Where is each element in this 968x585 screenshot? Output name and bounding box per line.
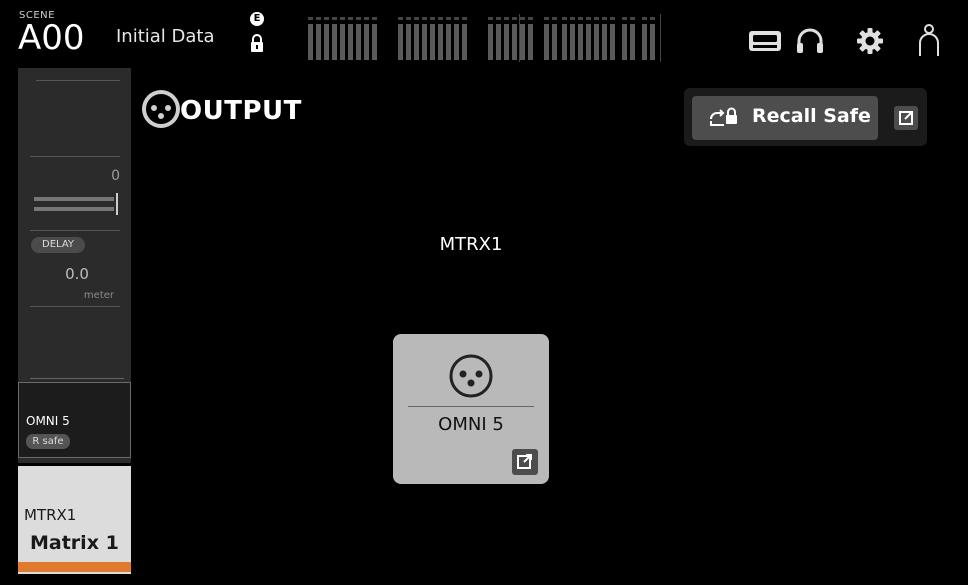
divider — [30, 306, 120, 307]
delay-unit: meter — [83, 290, 114, 301]
meter-divider — [660, 14, 661, 62]
fader-marker — [116, 193, 118, 215]
tape-icon[interactable] — [748, 30, 782, 52]
strip-port-name: OMNI 5 — [26, 414, 70, 428]
delay-button[interactable]: DELAY — [31, 237, 85, 253]
fader-track[interactable] — [34, 207, 114, 211]
scene-number[interactable]: A00 — [18, 18, 85, 58]
gear-icon[interactable] — [856, 27, 884, 55]
fader-track[interactable] — [34, 197, 114, 201]
output-channel-label: MTRX1 — [439, 234, 503, 255]
level-meters[interactable] — [300, 14, 660, 62]
xlr-output-icon — [142, 90, 180, 128]
channel-name: Matrix 1 — [30, 532, 119, 554]
divider — [36, 80, 120, 81]
divider — [408, 406, 534, 407]
headphones-icon[interactable] — [796, 28, 824, 54]
xlr-icon — [449, 354, 493, 398]
recall-safe-label: Recall Safe — [752, 105, 871, 127]
page-title: OUTPUT — [180, 96, 302, 126]
scene-name[interactable]: Initial Data — [116, 26, 215, 47]
level-value: 0 — [111, 168, 120, 184]
delay-value[interactable]: 0.0 — [55, 265, 99, 283]
meter-divider — [519, 14, 520, 62]
external-link-icon[interactable] — [894, 106, 918, 130]
channel-short-name: MTRX1 — [24, 506, 77, 524]
channel-color-bar — [18, 562, 131, 572]
edited-icon: E — [250, 12, 264, 26]
lock-icon — [251, 34, 263, 52]
output-port-name: OMNI 5 — [438, 414, 504, 435]
divider — [30, 156, 120, 157]
recall-safe-badge: R safe — [26, 434, 70, 449]
divider — [30, 230, 120, 231]
external-link-icon[interactable] — [512, 449, 538, 475]
user-icon[interactable] — [918, 23, 940, 57]
recall-safe-icon — [710, 107, 737, 126]
divider — [30, 378, 124, 379]
